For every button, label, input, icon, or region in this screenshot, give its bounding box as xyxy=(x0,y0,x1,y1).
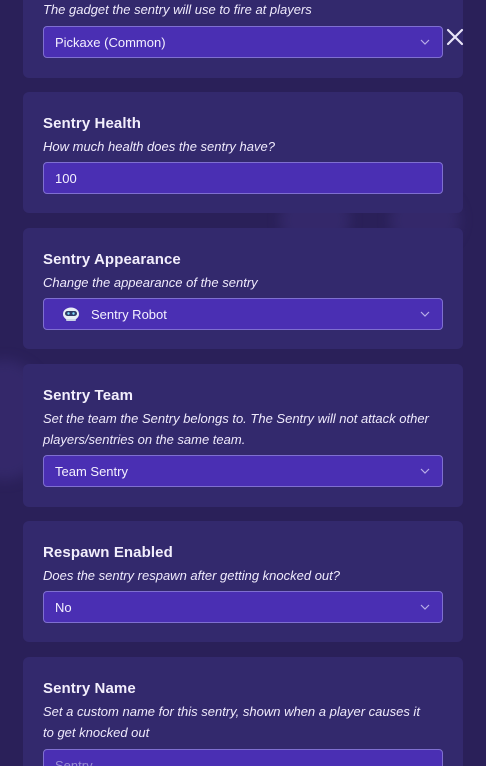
sentry-team-title: Sentry Team xyxy=(43,387,134,404)
gadget-select[interactable]: Pickaxe (Common) xyxy=(43,26,443,58)
sentry-appearance-value: Sentry Robot xyxy=(91,306,167,322)
respawn-enabled-select[interactable]: No xyxy=(43,591,443,623)
sentry-team-description-line1: Set the team the Sentry belongs to. The … xyxy=(43,411,429,426)
sentry-appearance-description: Change the appearance of the sentry xyxy=(43,275,258,290)
sentry-name-description-line2: to get knocked out xyxy=(43,725,150,740)
sentry-name-title: Sentry Name xyxy=(43,680,136,697)
gadget-select-value: Pickaxe (Common) xyxy=(55,34,166,50)
sentry-health-description: How much health does the sentry have? xyxy=(43,139,275,154)
gadget-panel: The gadget the sentry will use to fire a… xyxy=(23,0,463,78)
sentry-appearance-title: Sentry Appearance xyxy=(43,251,181,268)
close-icon[interactable] xyxy=(444,26,466,48)
respawn-enabled-title: Respawn Enabled xyxy=(43,544,173,561)
sentry-team-select[interactable]: Team Sentry xyxy=(43,455,443,487)
respawn-enabled-value: No xyxy=(55,599,72,615)
sentry-name-input[interactable]: Sentry xyxy=(43,749,443,766)
sentry-team-description: Set the team the Sentry belongs to. The … xyxy=(43,408,447,450)
sentry-health-title: Sentry Health xyxy=(43,115,141,132)
sentry-name-panel: Sentry Name Set a custom name for this s… xyxy=(23,657,463,766)
sentry-team-value: Team Sentry xyxy=(55,463,128,479)
chevron-down-icon xyxy=(420,311,430,317)
sentry-team-panel: Sentry Team Set the team the Sentry belo… xyxy=(23,364,463,507)
respawn-enabled-panel: Respawn Enabled Does the sentry respawn … xyxy=(23,521,463,642)
sentry-appearance-panel: Sentry Appearance Change the appearance … xyxy=(23,228,463,349)
sentry-robot-icon xyxy=(63,307,79,321)
sentry-name-description-line1: Set a custom name for this sentry, shown… xyxy=(43,704,420,719)
sentry-health-input[interactable]: 100 xyxy=(43,162,443,194)
sentry-appearance-select[interactable]: Sentry Robot xyxy=(43,298,443,330)
sentry-health-value: 100 xyxy=(55,170,77,186)
respawn-enabled-description: Does the sentry respawn after getting kn… xyxy=(43,568,341,583)
sentry-name-description: Set a custom name for this sentry, shown… xyxy=(43,701,447,743)
sentry-health-panel: Sentry Health How much health does the s… xyxy=(23,92,463,213)
chevron-down-icon xyxy=(420,468,430,474)
chevron-down-icon xyxy=(420,39,430,45)
sentry-name-placeholder: Sentry xyxy=(55,757,93,766)
gadget-description: The gadget the sentry will use to fire a… xyxy=(43,2,312,17)
sentry-team-description-line2: players/sentries on the same team. xyxy=(43,432,246,447)
chevron-down-icon xyxy=(420,604,430,610)
